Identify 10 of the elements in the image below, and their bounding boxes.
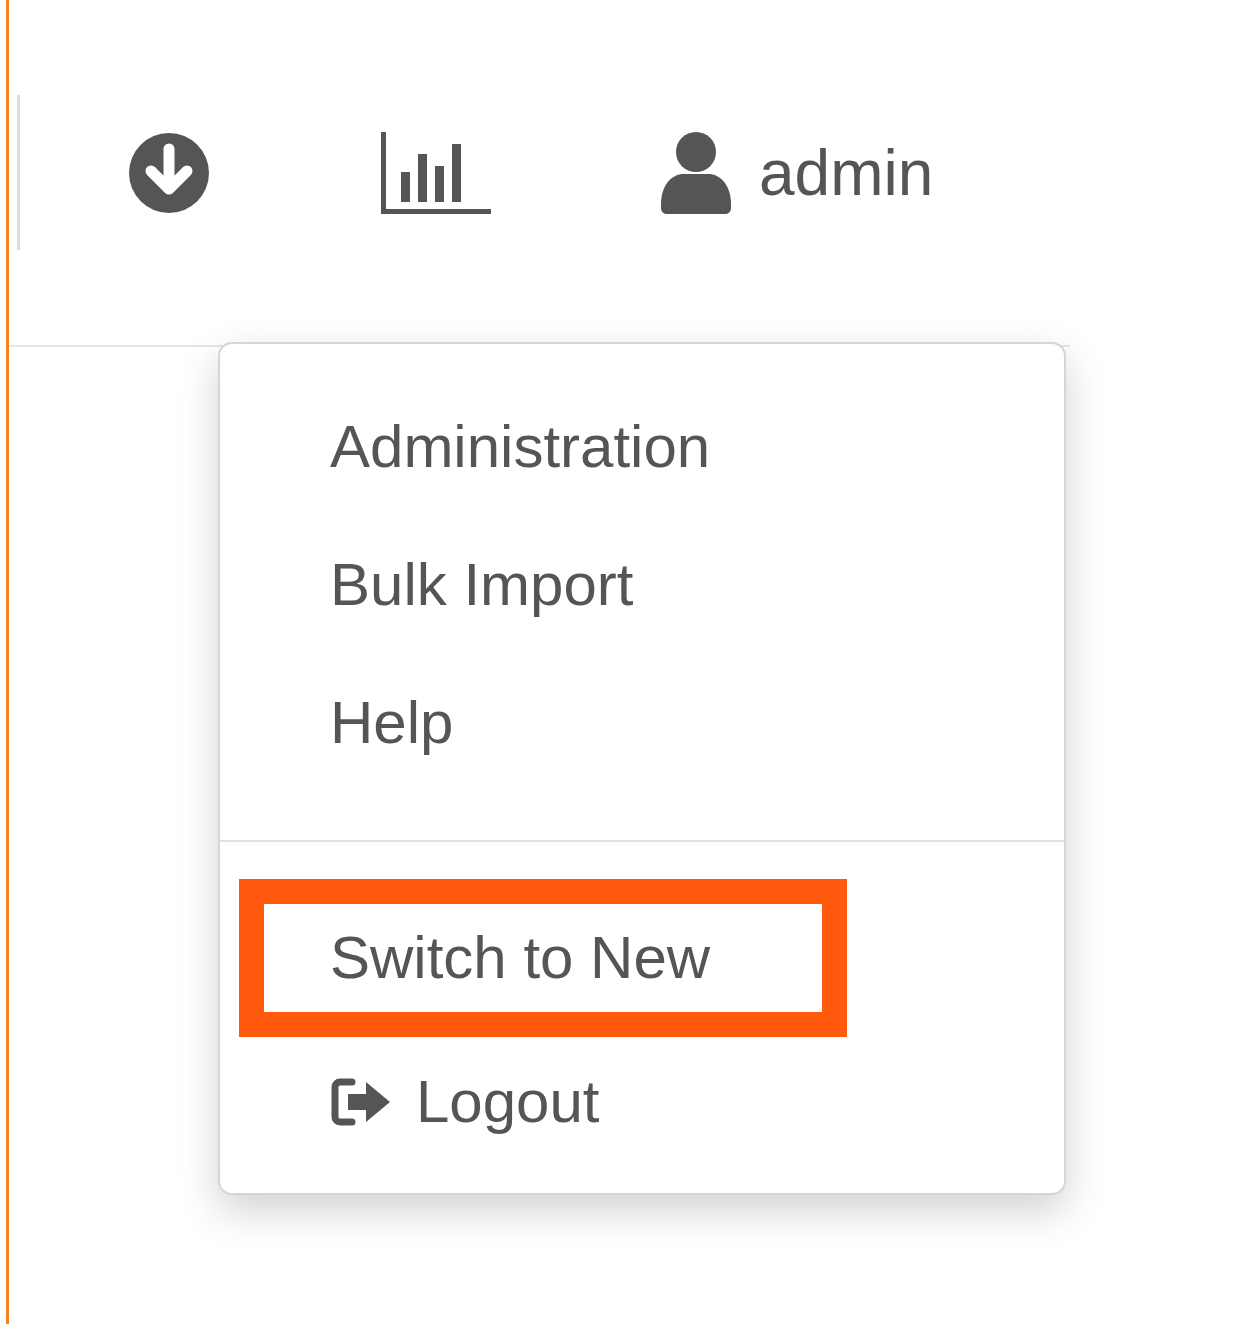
- user-icon[interactable]: [661, 131, 731, 214]
- menu-item[interactable]: Help: [220, 654, 1064, 792]
- menu-item[interactable]: Administration: [220, 378, 1064, 516]
- bar-chart-icon[interactable]: [381, 131, 491, 214]
- logout-link[interactable]: Logout: [220, 1037, 1064, 1167]
- logout-icon: [330, 1076, 392, 1128]
- username[interactable]: admin: [759, 124, 934, 221]
- menu-item[interactable]: Switch to New: [264, 913, 711, 1003]
- menu-item[interactable]: Bulk Import: [220, 516, 1064, 654]
- download-icon[interactable]: [127, 130, 211, 215]
